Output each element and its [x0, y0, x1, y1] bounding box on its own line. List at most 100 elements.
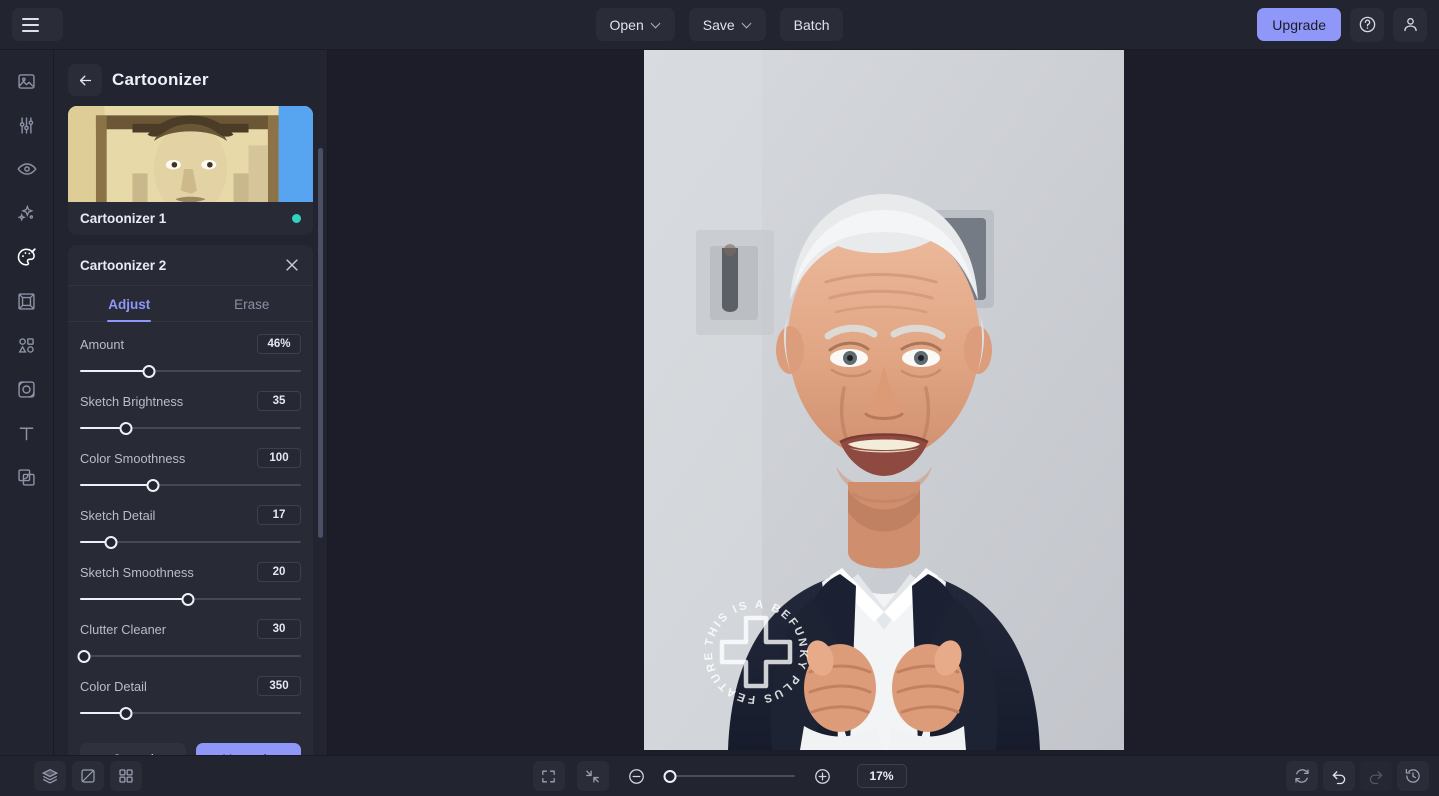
slider-row: Sketch Detail 17 [80, 505, 301, 550]
texture-icon [18, 380, 35, 398]
page-title: Cartoonizer [112, 70, 209, 89]
open-button[interactable]: Open [595, 8, 675, 41]
panel-scrollbar[interactable] [318, 148, 323, 538]
slider-track-fill [80, 484, 153, 486]
slider-track-fill [80, 598, 189, 600]
sidebar-item-artsy[interactable] [8, 240, 46, 274]
sidebar-item-overlays[interactable] [8, 460, 46, 494]
arrow-left-icon [79, 75, 91, 85]
batch-label: Batch [793, 16, 830, 33]
save-button[interactable]: Save [688, 8, 766, 41]
sidebar-item-edit[interactable] [8, 108, 46, 142]
chevron-down-icon [652, 20, 661, 29]
sidebar-item-effects[interactable] [8, 196, 46, 230]
help-button[interactable] [1350, 7, 1384, 42]
slider-value[interactable]: 100 [257, 448, 301, 468]
slider-value[interactable]: 20 [257, 562, 301, 582]
slider-row: Clutter Cleaner 30 [77, 619, 301, 664]
preset-thumbnail [68, 106, 313, 202]
slider-row: Amount 46% [80, 334, 301, 379]
slider-handle[interactable] [104, 535, 118, 549]
zoom-slider[interactable] [663, 769, 795, 783]
zoom-out-button[interactable] [621, 761, 653, 791]
slider-track[interactable] [80, 420, 301, 436]
slider-track[interactable] [80, 705, 301, 721]
slider-value[interactable]: 350 [257, 676, 301, 696]
preset-name: Cartoonizer 1 [80, 211, 167, 226]
zoom-in-button[interactable] [807, 761, 839, 791]
effect-tabs: Adjust Erase [68, 286, 313, 322]
layers-stack-icon [41, 768, 59, 784]
slider-handle[interactable] [181, 592, 195, 606]
edited-photo[interactable]: THIS IS A BEFUNKY PLUS FEATURE • [643, 50, 1124, 750]
sidebar-item-image[interactable] [8, 64, 46, 98]
zoom-slider-handle[interactable] [663, 769, 677, 783]
slider-value[interactable]: 35 [257, 391, 301, 411]
statue-thumbnail-art [68, 106, 313, 202]
slider-header: Sketch Smoothness 20 [80, 562, 301, 582]
sidebar-item-textures[interactable] [8, 372, 46, 406]
active-effect-header: Cartoonizer 2 [68, 245, 313, 286]
zoom-level-input[interactable]: 17% [856, 764, 907, 788]
slider-track[interactable] [80, 534, 301, 550]
sidebar-item-graphics[interactable] [8, 328, 46, 362]
reset-button[interactable] [1286, 761, 1318, 791]
slider-header: Color Smoothness 100 [80, 448, 301, 468]
history-button[interactable] [1397, 761, 1429, 791]
slider-handle[interactable] [146, 478, 160, 492]
preset-label-row: Cartoonizer 1 [68, 202, 313, 235]
grid-icon [119, 769, 133, 783]
slider-track[interactable] [77, 648, 301, 664]
zoom-in-icon [815, 768, 830, 784]
redo-button[interactable] [1360, 761, 1392, 791]
slider-value[interactable]: 17 [257, 505, 301, 525]
compare-icon [81, 769, 95, 783]
plus-badge-icon: THIS IS A BEFUNKY PLUS FEATURE • [696, 592, 807, 705]
slider-list: Amount 46% Sketch Brightness 35 Color Smooth… [68, 322, 313, 721]
preset-card-cartoonizer-1[interactable]: Cartoonizer 1 [68, 106, 313, 235]
cancel-button[interactable]: Cancel [80, 743, 186, 755]
slider-track[interactable] [80, 591, 301, 607]
redo-icon [1369, 771, 1383, 785]
batch-button[interactable]: Batch [779, 8, 844, 41]
grid-button[interactable] [110, 761, 142, 791]
undo-button[interactable] [1323, 761, 1355, 791]
slider-handle[interactable] [142, 364, 155, 378]
account-button[interactable] [1393, 7, 1427, 42]
fit-screen-button[interactable] [532, 761, 565, 791]
top-bar: Open Save Batch Upgrade [0, 0, 1439, 50]
slider-row: Sketch Smoothness 20 [80, 562, 301, 607]
upgrade-button[interactable]: Upgrade [1257, 8, 1341, 41]
back-button[interactable] [68, 64, 102, 96]
slider-row: Color Smoothness 100 [80, 448, 301, 493]
compare-button[interactable] [72, 761, 104, 791]
reset-icon [1295, 769, 1309, 783]
menu-brand-button[interactable] [12, 8, 63, 41]
tab-erase[interactable]: Erase [191, 286, 314, 321]
close-icon[interactable] [283, 256, 301, 274]
sidebar-item-touch-up[interactable] [8, 152, 46, 186]
bottom-bar: 17% [0, 755, 1439, 796]
save-label: Save [702, 16, 735, 33]
slider-value[interactable]: 46% [257, 334, 301, 354]
slider-handle[interactable] [119, 421, 133, 435]
slider-track[interactable] [80, 363, 301, 379]
slider-handle[interactable] [77, 649, 91, 663]
history-icon [1405, 768, 1420, 783]
shrink-button[interactable] [576, 761, 609, 791]
slider-handle[interactable] [119, 706, 133, 720]
slider-label: Sketch Brightness [80, 393, 184, 409]
sidebar-item-text[interactable] [8, 416, 46, 450]
sidebar-item-frames[interactable] [8, 284, 46, 318]
slider-row: Sketch Brightness 35 [80, 391, 301, 436]
shapes-icon [18, 337, 34, 353]
sliders-icon [19, 116, 34, 134]
slider-value[interactable]: 30 [257, 619, 301, 639]
slider-header: Sketch Brightness 35 [80, 391, 301, 411]
canvas[interactable]: THIS IS A BEFUNKY PLUS FEATURE • [328, 50, 1439, 755]
panel-upgrade-button[interactable]: Upgrade [195, 743, 301, 755]
layers-button[interactable] [34, 761, 66, 791]
slider-track[interactable] [80, 477, 301, 493]
slider-label: Clutter Cleaner [80, 621, 167, 637]
tab-adjust[interactable]: Adjust [68, 286, 191, 321]
